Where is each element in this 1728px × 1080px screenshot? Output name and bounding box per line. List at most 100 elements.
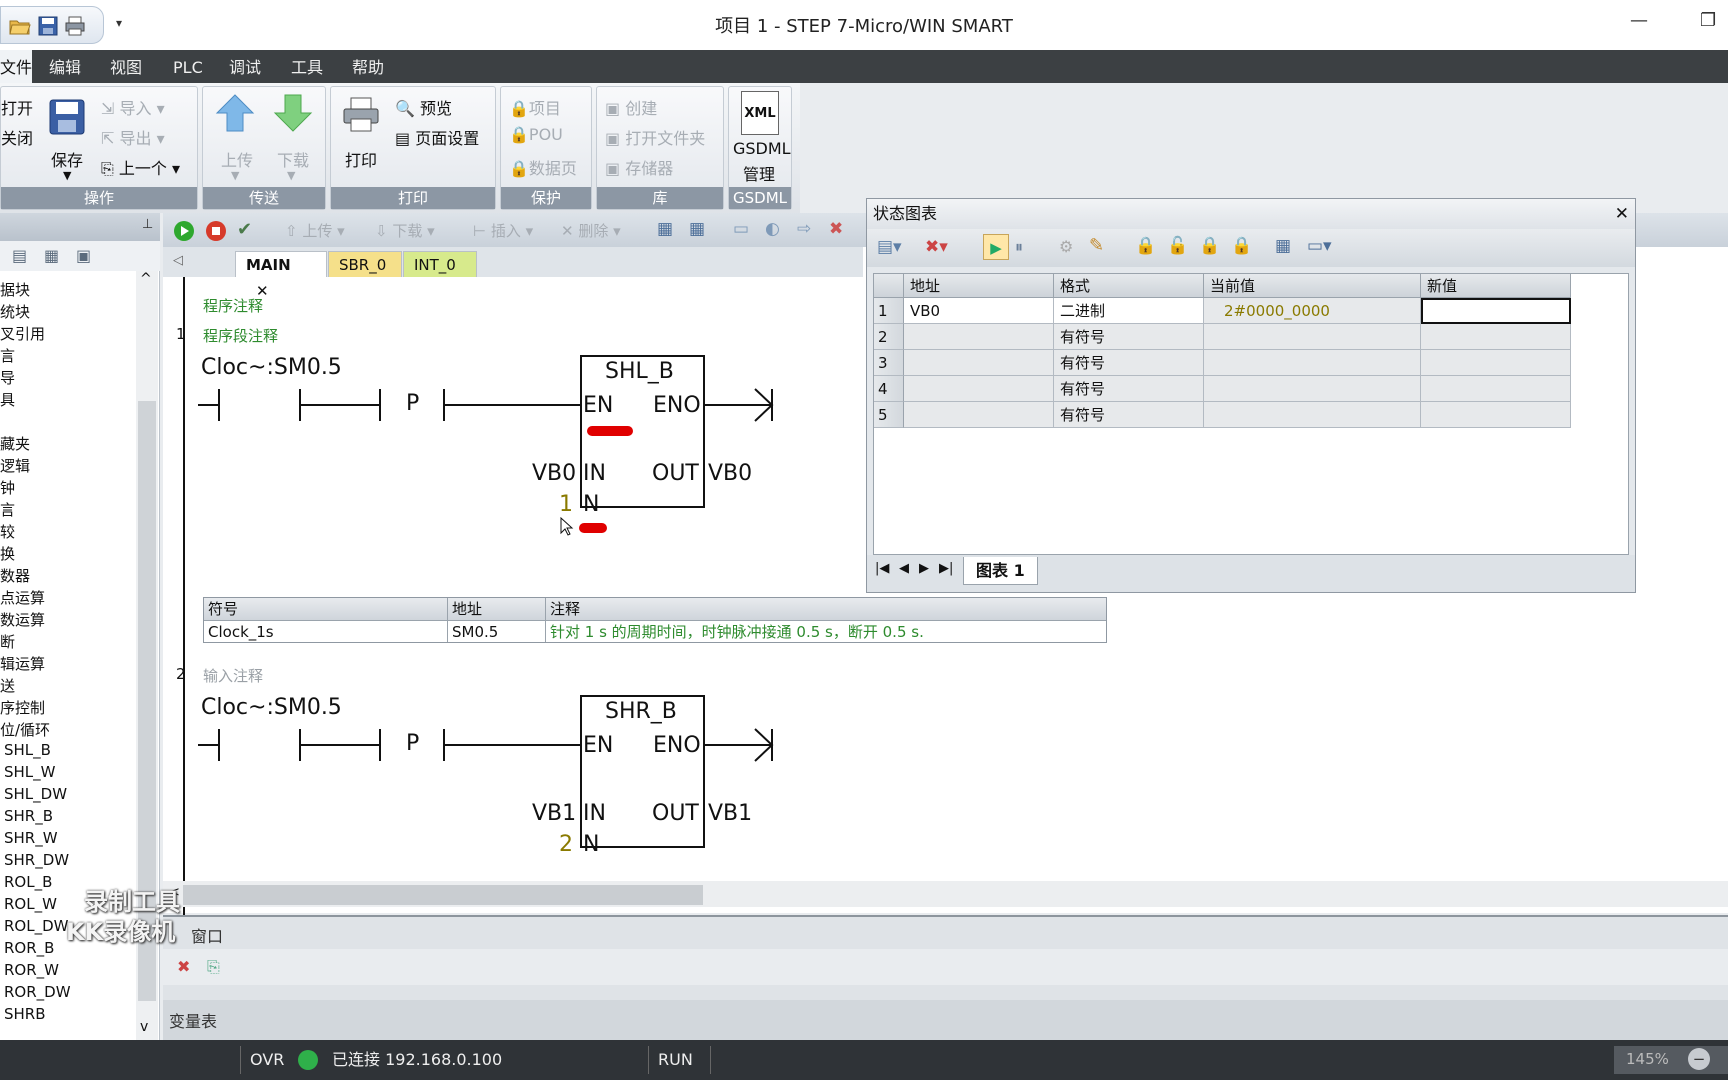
- network2-icon[interactable]: ▦: [689, 219, 705, 239]
- write-pencil-icon[interactable]: ✎: [1089, 235, 1104, 256]
- tree-item[interactable]: 序控制: [0, 697, 45, 718]
- tree-item[interactable]: 较: [0, 521, 15, 542]
- n-operand[interactable]: 1: [559, 492, 573, 517]
- scroll-down-icon[interactable]: v: [140, 1019, 148, 1035]
- read-forced-icon[interactable]: 🔒: [1231, 236, 1252, 256]
- cur-cell[interactable]: 2#0000_0000: [1204, 298, 1421, 324]
- addr-cell[interactable]: [904, 376, 1054, 402]
- copy-output-icon[interactable]: ⎘: [207, 957, 220, 977]
- fmt-cell[interactable]: 有符号: [1054, 402, 1204, 428]
- tree-leaf-item[interactable]: SHL_W: [4, 763, 56, 781]
- start-monitor-icon[interactable]: ▶: [983, 234, 1009, 260]
- tree-leaf-item[interactable]: SHR_DW: [4, 851, 69, 869]
- in-operand[interactable]: VB1: [532, 801, 576, 826]
- next-sheet-icon[interactable]: ▶: [919, 561, 929, 576]
- gsdml-button-line1[interactable]: GSDML: [733, 139, 791, 158]
- trend-view-icon[interactable]: ▦: [1275, 236, 1291, 256]
- printer-icon[interactable]: [341, 95, 381, 135]
- prev-sheet-icon[interactable]: ◀: [899, 561, 909, 576]
- editor-download-button[interactable]: ⇩ 下载 ▾: [375, 220, 435, 241]
- menu-file[interactable]: 文件: [0, 50, 32, 83]
- export-button[interactable]: ⇱ 导出 ▾: [101, 125, 165, 149]
- out-operand[interactable]: VB0: [708, 461, 752, 486]
- new-cell[interactable]: [1421, 298, 1571, 324]
- preview-button[interactable]: 🔍 预览: [395, 95, 452, 119]
- qat-dropdown-icon[interactable]: ▾: [116, 16, 122, 30]
- tree-leaf-item[interactable]: SHL_DW: [4, 785, 67, 803]
- new-cell[interactable]: [1421, 324, 1571, 350]
- menu-edit[interactable]: 编辑: [49, 50, 81, 83]
- print-button[interactable]: 打印: [345, 147, 377, 171]
- tree-item[interactable]: 钟: [0, 477, 15, 498]
- download-arrow-icon[interactable]: [273, 93, 313, 133]
- tree-item[interactable]: 送: [0, 675, 15, 696]
- tree-item[interactable]: 具: [0, 389, 15, 410]
- tree-item[interactable]: 统块: [0, 301, 30, 322]
- addr-cell[interactable]: VB0: [904, 298, 1054, 324]
- new-cell[interactable]: [1421, 402, 1571, 428]
- tree-item[interactable]: 据块: [0, 279, 30, 300]
- download-button[interactable]: 下载: [277, 147, 309, 171]
- tag-dropdown-icon[interactable]: ▭▾: [1307, 236, 1332, 256]
- coil-icon[interactable]: ◐: [765, 219, 780, 239]
- row-number[interactable]: 4: [874, 376, 904, 402]
- tree-monitor-icon[interactable]: ▣: [76, 246, 91, 265]
- tree-item[interactable]: 藏夹: [0, 433, 30, 454]
- zoom-control[interactable]: 145% −: [1614, 1046, 1728, 1074]
- tree-item[interactable]: 断: [0, 631, 15, 652]
- tree-item[interactable]: 换: [0, 543, 15, 564]
- protect-pou-button[interactable]: 🔒POU: [509, 125, 563, 144]
- protect-data-page-button[interactable]: 🔒数据页: [509, 155, 577, 179]
- tree-leaf-item[interactable]: SHL_B: [4, 741, 51, 759]
- xml-file-icon[interactable]: XML: [741, 91, 779, 135]
- addr-cell[interactable]: [904, 324, 1054, 350]
- page-setup-button[interactable]: ▤ 页面设置: [395, 125, 479, 149]
- row-number[interactable]: 1: [874, 298, 904, 324]
- upload-arrow-icon[interactable]: [215, 93, 255, 133]
- tree-leaf-item[interactable]: SHR_B: [4, 807, 53, 825]
- fmt-cell[interactable]: 有符号: [1054, 324, 1204, 350]
- tree-item[interactable]: 导: [0, 367, 15, 388]
- program-comment[interactable]: 程序注释: [203, 295, 263, 316]
- zoom-out-icon[interactable]: −: [1688, 1048, 1710, 1070]
- last-sheet-icon[interactable]: ▶|: [939, 561, 953, 576]
- variable-table-title[interactable]: 变量表: [169, 1008, 217, 1032]
- new-cell[interactable]: [1421, 376, 1571, 402]
- tree-item[interactable]: 叉引用: [0, 323, 45, 344]
- chart-sheet-tab[interactable]: 图表 1: [963, 557, 1038, 585]
- pin-icon[interactable]: ⊥: [142, 217, 153, 232]
- unforce-icon[interactable]: 🔓: [1167, 236, 1188, 256]
- close-icon[interactable]: ✕: [1615, 199, 1629, 229]
- add-row-icon[interactable]: ▤▾: [877, 237, 902, 257]
- tree-item[interactable]: 言: [0, 345, 15, 366]
- tree-leaf-item[interactable]: ROL_W: [4, 895, 57, 913]
- tree-item[interactable]: 逻辑: [0, 455, 30, 476]
- tree-item[interactable]: 辑运算: [0, 653, 45, 674]
- library-create-button[interactable]: ▣ 创建: [605, 95, 657, 119]
- stop-icon[interactable]: [205, 220, 227, 242]
- save-icon[interactable]: [37, 15, 59, 37]
- menu-tools[interactable]: 工具: [291, 50, 323, 83]
- tree-leaf-item[interactable]: SHR_W: [4, 829, 58, 847]
- library-open-folder-button[interactable]: ▣ 打开文件夹: [605, 125, 705, 149]
- editor-upload-button[interactable]: ⇧ 上传 ▾: [285, 220, 345, 241]
- fmt-cell[interactable]: 二进制: [1054, 298, 1204, 324]
- unforce-all-icon[interactable]: 🔒: [1199, 236, 1220, 256]
- first-sheet-icon[interactable]: |◀: [875, 561, 889, 576]
- tree-item[interactable]: 数器: [0, 565, 30, 586]
- restore-icon[interactable]: ❐: [1700, 10, 1716, 31]
- addr-cell[interactable]: [904, 350, 1054, 376]
- tree-leaf-item[interactable]: SHRB: [4, 1005, 46, 1023]
- tree-leaf-item[interactable]: ROL_DW: [4, 917, 68, 935]
- compile-icon[interactable]: ✔: [237, 219, 252, 240]
- tree-leaf-item[interactable]: ROR_DW: [4, 983, 71, 1001]
- minimize-icon[interactable]: —: [1630, 10, 1648, 31]
- close-button[interactable]: 关闭: [1, 125, 33, 149]
- box-icon[interactable]: ⇨: [797, 219, 811, 239]
- tree-leaf-item[interactable]: ROR_W: [4, 961, 59, 979]
- menu-view[interactable]: 视图: [110, 50, 142, 83]
- library-memory-button[interactable]: ▣ 存储器: [605, 155, 673, 179]
- fmt-cell[interactable]: 有符号: [1054, 376, 1204, 402]
- tab-main[interactable]: MAIN ✕: [235, 251, 327, 300]
- protect-project-button[interactable]: 🔒项目: [509, 95, 561, 119]
